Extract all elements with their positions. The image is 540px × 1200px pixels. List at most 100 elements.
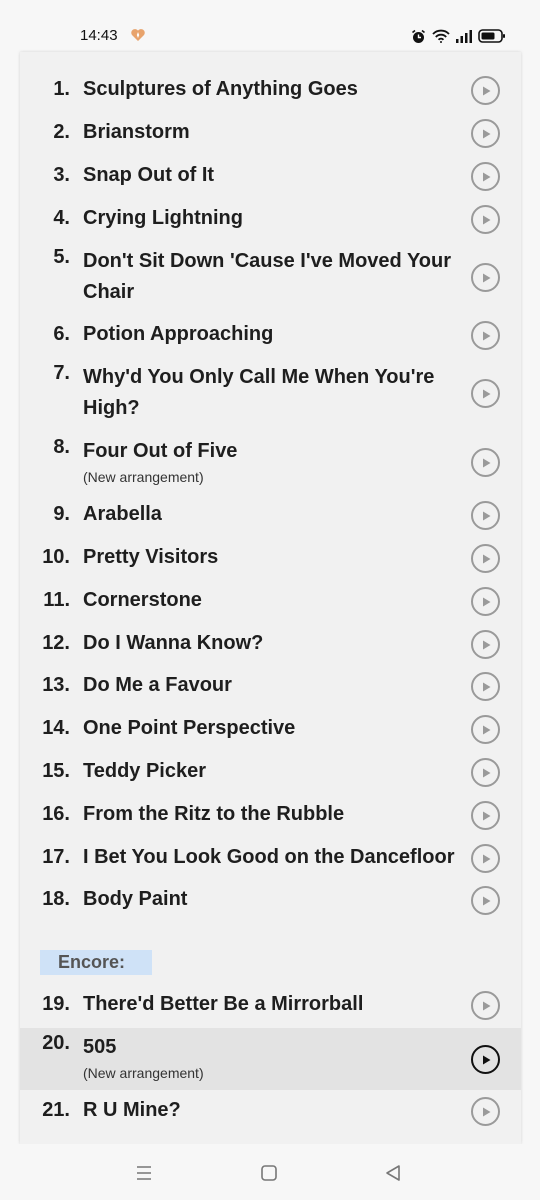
track-row[interactable]: 15. Teddy Picker	[20, 753, 521, 791]
track-row[interactable]: 17. I Bet You Look Good on the Dancefloor	[20, 839, 521, 877]
play-icon	[482, 389, 490, 398]
track-row[interactable]: 18. Body Paint	[20, 881, 521, 919]
status-bar: 14:43	[0, 0, 540, 52]
setlist-page: 1. Sculptures of Anything Goes 2. Brianstor…	[20, 52, 521, 1144]
alarm-icon	[412, 29, 425, 43]
track-title: Cornerstone	[83, 589, 202, 611]
track-title: Why'd You Only Call Me When You're High?	[83, 366, 435, 419]
play-button[interactable]	[471, 321, 500, 350]
track-number: 5.	[53, 246, 70, 268]
track-info: Potion Approaching	[83, 319, 463, 350]
track-number: 2.	[53, 121, 70, 143]
track-title: Sculptures of Anything Goes	[83, 78, 358, 100]
play-icon	[482, 682, 490, 691]
play-button[interactable]	[471, 715, 500, 744]
track-number: 20.	[42, 1032, 70, 1054]
track-note: (New arrangement)	[83, 1065, 204, 1081]
play-button[interactable]	[471, 672, 500, 701]
play-button[interactable]	[471, 587, 500, 616]
play-icon	[482, 554, 490, 563]
track-info: R U Mine?	[83, 1095, 463, 1126]
track-row[interactable]: 5. Don't Sit Down 'Cause I've Moved Your …	[20, 242, 521, 312]
play-button[interactable]	[471, 205, 500, 234]
track-row[interactable]: 4. Crying Lightning	[20, 200, 521, 238]
track-info: From the Ritz to the Rubble	[83, 799, 463, 830]
track-number: 17.	[42, 846, 70, 868]
play-button[interactable]	[471, 758, 500, 787]
play-button[interactable]	[471, 379, 500, 408]
play-button[interactable]	[471, 76, 500, 105]
track-row[interactable]: 6. Potion Approaching	[20, 316, 521, 354]
track-title: Do I Wanna Know?	[83, 632, 264, 654]
track-info: Sculptures of Anything Goes	[83, 74, 463, 105]
play-button[interactable]	[471, 448, 500, 477]
play-button[interactable]	[471, 1097, 500, 1126]
track-title: Brianstorm	[83, 121, 190, 143]
heart-badge-icon	[131, 29, 145, 41]
track-number: 8.	[53, 436, 70, 458]
track-info: Don't Sit Down 'Cause I've Moved Your Ch…	[83, 246, 463, 308]
play-button[interactable]	[471, 501, 500, 530]
play-button[interactable]	[471, 119, 500, 148]
track-note: (New arrangement)	[83, 469, 204, 485]
track-info: Crying Lightning	[83, 203, 463, 234]
track-number: 11.	[43, 589, 70, 611]
track-number: 10.	[42, 546, 70, 568]
track-number: 12.	[42, 632, 70, 654]
track-title: Crying Lightning	[83, 207, 243, 229]
back-icon[interactable]	[383, 1163, 403, 1183]
track-title: Four Out of Five	[83, 440, 238, 462]
encore-heading: Encore:	[40, 950, 152, 975]
home-icon[interactable]	[259, 1163, 279, 1183]
play-button[interactable]	[471, 544, 500, 573]
play-icon	[482, 640, 490, 649]
track-row[interactable]: 10. Pretty Visitors	[20, 539, 521, 577]
play-button[interactable]	[471, 991, 500, 1020]
track-info: Teddy Picker	[83, 756, 463, 787]
play-button[interactable]	[471, 1045, 500, 1074]
play-icon	[482, 273, 490, 282]
play-icon	[482, 86, 490, 95]
track-row[interactable]: 8. Four Out of Five (New arrangement)	[20, 432, 521, 492]
play-button[interactable]	[471, 844, 500, 873]
track-info: I Bet You Look Good on the Dancefloor	[83, 842, 463, 873]
track-number: 13.	[42, 674, 70, 696]
track-title: Pretty Visitors	[83, 546, 219, 568]
track-row[interactable]: 1. Sculptures of Anything Goes	[20, 71, 521, 109]
track-row[interactable]: 14. One Point Perspective	[20, 710, 521, 748]
track-row[interactable]: 12. Do I Wanna Know?	[20, 625, 521, 663]
track-row[interactable]: 9. Arabella	[20, 496, 521, 534]
play-button[interactable]	[471, 886, 500, 915]
play-icon	[482, 1001, 490, 1010]
track-row[interactable]: 16. From the Ritz to the Rubble	[20, 796, 521, 834]
play-button[interactable]	[471, 162, 500, 191]
track-info: Four Out of Five (New arrangement)	[83, 436, 463, 487]
track-info: Arabella	[83, 499, 463, 530]
menu-icon[interactable]	[134, 1163, 154, 1183]
track-row[interactable]: 19. There'd Better Be a Mirrorball	[20, 986, 521, 1024]
status-time: 14:43	[80, 27, 118, 44]
play-button[interactable]	[471, 801, 500, 830]
play-icon	[482, 1055, 490, 1064]
track-title: Arabella	[83, 503, 162, 525]
track-row[interactable]: 20. 505 (New arrangement)	[20, 1028, 521, 1090]
track-row[interactable]: 11. Cornerstone	[20, 582, 521, 620]
track-info: Why'd You Only Call Me When You're High?	[83, 362, 463, 424]
play-button[interactable]	[471, 630, 500, 659]
play-button[interactable]	[471, 263, 500, 292]
track-row[interactable]: 2. Brianstorm	[20, 114, 521, 152]
track-title: From the Ritz to the Rubble	[83, 803, 345, 825]
track-number: 18.	[42, 888, 70, 910]
track-row[interactable]: 3. Snap Out of It	[20, 157, 521, 195]
track-row[interactable]: 21. R U Mine?	[20, 1092, 521, 1130]
play-icon	[482, 597, 490, 606]
play-icon	[482, 511, 490, 520]
play-icon	[482, 215, 490, 224]
track-number: 9.	[53, 503, 70, 525]
track-info: Do I Wanna Know?	[83, 628, 463, 659]
track-info: There'd Better Be a Mirrorball	[83, 989, 463, 1020]
track-row[interactable]: 7. Why'd You Only Call Me When You're Hig…	[20, 358, 521, 428]
track-number: 21.	[42, 1099, 70, 1121]
track-row[interactable]: 13. Do Me a Favour	[20, 667, 521, 705]
play-icon	[482, 768, 490, 777]
